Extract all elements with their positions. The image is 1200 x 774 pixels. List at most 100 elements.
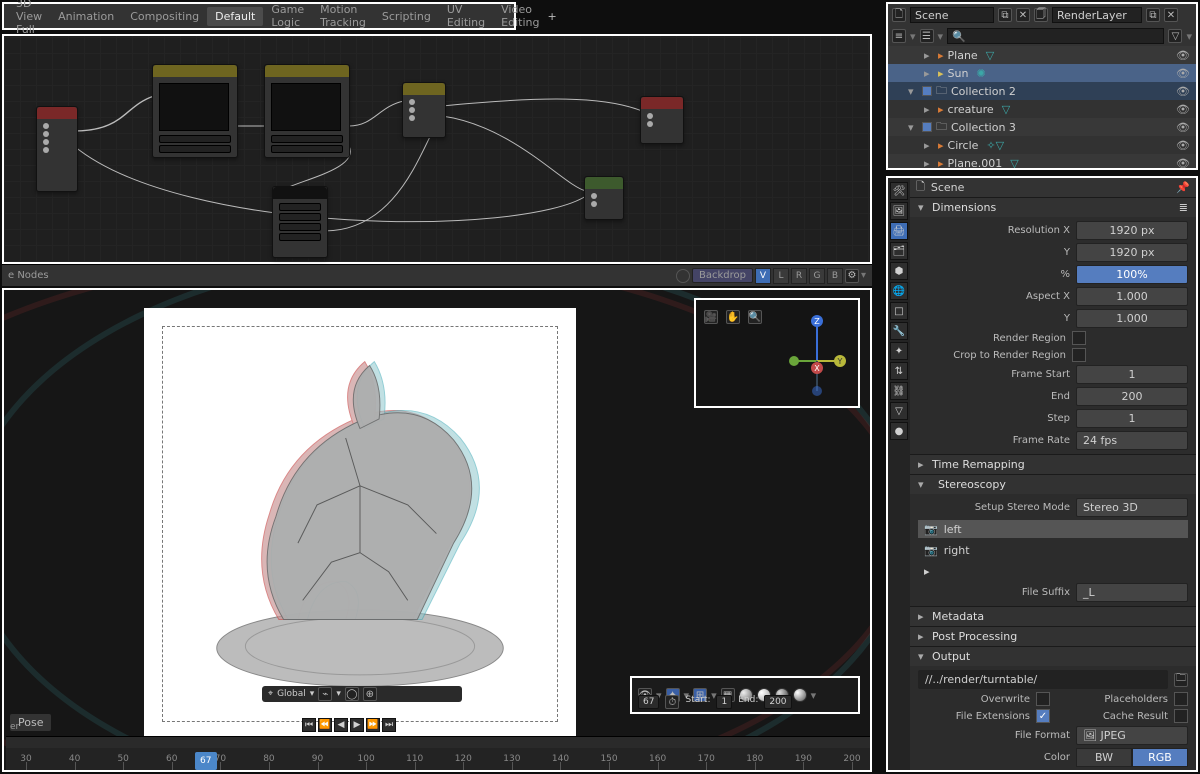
folder-icon[interactable]: 🗀 [1174,673,1188,687]
outliner-item[interactable]: ▸ ▸ Plane ▽ 👁 [888,46,1196,64]
disclosure-icon[interactable]: ▸ [924,67,934,80]
tab-particles-icon[interactable]: ✦ [890,342,908,360]
panel-metadata-header[interactable]: ▸Metadata [910,607,1196,626]
renderlayer-del-icon[interactable]: ✕ [1164,8,1178,22]
timeline[interactable]: 3040506070809010011012013014015016017018… [6,736,872,770]
node-rgb-curves-1[interactable] [152,64,238,158]
placeholders-checkbox[interactable] [1174,692,1188,706]
tab-material-icon[interactable]: ● [890,422,908,440]
3d-viewport[interactable]: Pose ⌖ Global ▾ ⌁▾ ◯ ⊕ 🎥 ✋ 🔍 Z Y X 👁▾ ✦▾ [2,288,872,772]
tab-motion-tracking[interactable]: Motion Tracking [312,0,374,32]
disclosure-icon[interactable]: ▸ [924,103,934,116]
channel-v[interactable]: V [755,268,771,284]
tab-uv-editing[interactable]: UV Editing [439,0,493,32]
renderlayer-copy-icon[interactable]: ⧉ [1146,8,1160,22]
current-frame-field[interactable]: 67 [638,695,659,709]
tab-render-icon[interactable]: 🖼 [890,202,908,220]
file-suffix-field[interactable]: _L [1076,583,1188,602]
panel-postproc-header[interactable]: ▸Post Processing [910,627,1196,646]
tab-scripting[interactable]: Scripting [374,7,439,26]
eye-icon[interactable]: 👁 [1176,85,1190,98]
pin-icon[interactable]: 📌 [1176,181,1190,194]
eye-icon[interactable]: 👁 [1176,139,1190,152]
pan-icon[interactable]: ✋ [726,310,740,324]
compositor-node-editor[interactable] [2,34,872,264]
frame-step-field[interactable]: 1 [1076,409,1188,428]
timeline-scale[interactable]: 3040506070809010011012013014015016017018… [6,748,872,770]
outliner-display-icon[interactable]: ☰ [920,29,934,43]
backdrop-toggle[interactable]: Backdrop [692,268,753,283]
crop-region-checkbox[interactable] [1072,348,1086,362]
playhead[interactable]: 67 [195,752,217,770]
gear-icon[interactable]: ⚙ [845,269,859,283]
play-button[interactable]: ▶ [350,718,364,732]
snap-icon[interactable]: ⌁ [318,687,332,701]
outliner-search[interactable]: 🔍 [947,28,1164,44]
stereo-right-row[interactable]: 📷right [918,541,1188,559]
magnet-icon[interactable]: ⊕ [363,687,377,701]
preset-icon[interactable]: ≣ [1179,201,1188,214]
resolution-pct-slider[interactable]: 100% [1076,265,1188,284]
tab-tool-icon[interactable]: 🛠 [890,182,908,200]
frame-start-field[interactable]: 1 [1076,365,1188,384]
proportional-icon[interactable]: ◯ [345,687,359,701]
collection-checkbox[interactable] [922,122,932,132]
eye-icon[interactable]: 👁 [1176,67,1190,80]
camera-icon[interactable]: 🎥 [704,310,718,324]
tab-3d-view-full[interactable]: 3D View Full [8,0,50,39]
tab-default[interactable]: Default [207,7,263,26]
eye-icon[interactable]: 👁 [1176,49,1190,62]
eye-icon[interactable]: 👁 [1176,103,1190,116]
scene-icon[interactable]: 🗋 [892,8,906,22]
tab-compositing[interactable]: Compositing [122,7,207,26]
file-format-dropdown[interactable]: 🖼 JPEG [1076,726,1188,745]
tab-constraint-icon[interactable]: ⛓ [890,382,908,400]
output-path-field[interactable]: //../render/turntable/ [918,670,1168,689]
tab-modifier-icon[interactable]: 🔧 [890,322,908,340]
jump-start-button[interactable]: ⏮ [302,718,316,732]
aspect-y-field[interactable]: 1.000 [1076,309,1188,328]
tab-viewlayer-icon[interactable]: 🗂 [890,242,908,260]
node-rgb-curves-2[interactable] [264,64,350,158]
disclosure-icon[interactable]: ▾ [908,85,918,98]
tab-scene-icon[interactable]: ⬢ [890,262,908,280]
tab-physics-icon[interactable]: ⇅ [890,362,908,380]
outliner-mode-icon[interactable]: ≡ [892,29,906,43]
frame-end-field[interactable]: 200 [1076,387,1188,406]
node-composite[interactable] [640,96,684,144]
node-viewer[interactable] [584,176,624,220]
channel-l[interactable]: L [773,268,789,284]
collection-checkbox[interactable] [922,86,932,96]
tab-data-icon[interactable]: ▽ [890,402,908,420]
outliner-item[interactable]: ▸ ▸ Plane.001 ▽ 👁 [888,154,1196,168]
pin-icon[interactable] [676,269,690,283]
panel-dimensions-header[interactable]: ▾Dimensions≣ [910,198,1196,217]
outliner-search-input[interactable] [966,30,1160,43]
tab-output-icon[interactable]: 🖨 [890,222,908,240]
panel-time-remapping-header[interactable]: ▸Time Remapping [910,455,1196,474]
outliner-item[interactable]: ▸ ▸ Circle ✧▽ 👁 [888,136,1196,154]
disclosure-icon[interactable]: ▸ [924,49,934,62]
disclosure-icon[interactable]: ▸ [924,157,934,169]
panel-output-header[interactable]: ▾Output [910,647,1196,666]
stereo-expand-row[interactable]: ▸ [918,562,1188,580]
tab-video-editing[interactable]: Video Editing [493,0,547,32]
tab-world-icon[interactable]: 🌐 [890,282,908,300]
viewport-overlay-strip[interactable]: ⌖ Global ▾ ⌁▾ ◯ ⊕ [262,686,462,702]
tab-object-icon[interactable]: □ [890,302,908,320]
resolution-x-field[interactable]: 1920 px [1076,221,1188,240]
outliner-item[interactable]: ▸ ▸ Sun ✺ 👁 [888,64,1196,82]
frame-rate-dropdown[interactable]: 24 fps [1076,431,1188,450]
overwrite-checkbox[interactable] [1036,692,1050,706]
node-mix[interactable] [402,82,446,138]
keyframe-next-button[interactable]: ⏩ [366,718,380,732]
disclosure-icon[interactable]: ▸ [924,139,934,152]
jump-end-button[interactable]: ⏭ [382,718,396,732]
renderlayer-selector[interactable]: RenderLayer [1052,7,1142,23]
channel-r[interactable]: R [791,268,807,284]
tab-add-button[interactable]: + [547,10,556,23]
filter-icon[interactable]: ▽ [1168,29,1182,43]
eye-icon[interactable]: 👁 [1176,157,1190,169]
aspect-x-field[interactable]: 1.000 [1076,287,1188,306]
disclosure-icon[interactable]: ▾ [908,121,918,134]
